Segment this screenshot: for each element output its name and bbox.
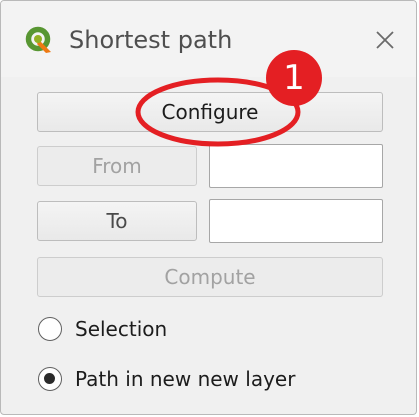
- annotation-badge: 1: [266, 50, 322, 106]
- to-field[interactable]: [209, 199, 383, 243]
- selection-radio[interactable]: [38, 317, 62, 341]
- close-icon[interactable]: [368, 23, 402, 57]
- to-button[interactable]: To: [37, 201, 197, 241]
- configure-button[interactable]: Configure: [37, 92, 383, 132]
- from-field[interactable]: [209, 144, 383, 188]
- compute-button[interactable]: Compute: [37, 257, 383, 297]
- selection-radio-label: Selection: [75, 317, 168, 341]
- from-button-label: From: [92, 154, 142, 178]
- title-bar: Shortest path: [1, 1, 416, 77]
- window-title: Shortest path: [69, 26, 233, 54]
- compute-button-label: Compute: [164, 265, 256, 289]
- configure-button-label: Configure: [161, 100, 259, 124]
- to-button-label: To: [106, 209, 128, 233]
- shortest-path-dialog: Shortest path Configure From To Compute …: [0, 0, 417, 415]
- path-in-new-layer-radio-label: Path in new new layer: [75, 367, 296, 391]
- radio-checked-dot: [44, 373, 55, 384]
- qgis-icon: [25, 26, 51, 53]
- from-button[interactable]: From: [37, 146, 197, 186]
- path-in-new-layer-radio[interactable]: [38, 367, 62, 391]
